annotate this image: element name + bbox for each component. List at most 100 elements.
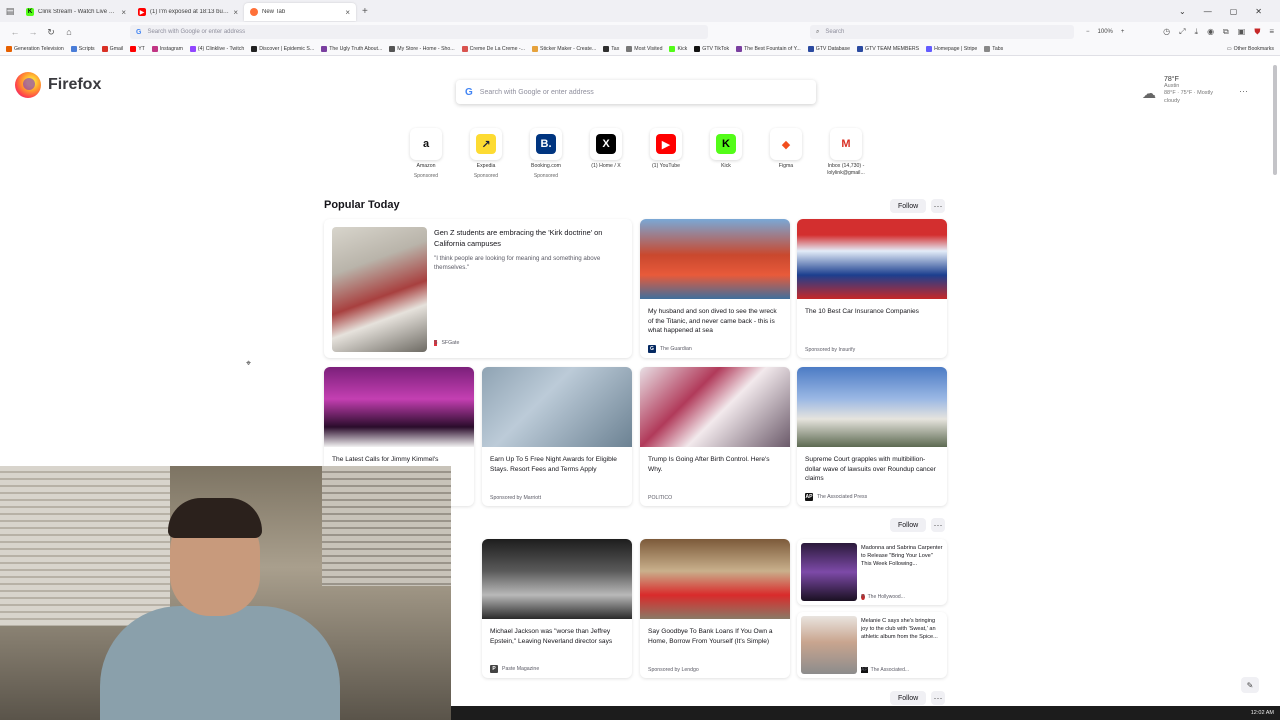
bookmark-item[interactable]: Instagram [151, 45, 183, 52]
close-tab-icon[interactable]: × [121, 8, 126, 17]
follow-button[interactable]: Follow [890, 199, 927, 213]
search-icon: ⌕ [816, 28, 820, 35]
zoom-in-icon[interactable]: + [1121, 29, 1125, 35]
story-card[interactable]: Trump Is Going After Birth Control. Here… [640, 367, 790, 506]
bookmark-item[interactable]: Homepage | Stripe [926, 45, 977, 52]
shortcut-tile[interactable]: K Kick [696, 128, 756, 179]
shortcut-tile[interactable]: X (1) Home / X [576, 128, 636, 179]
bookmark-item[interactable]: Sticker Maker - Create... [532, 45, 596, 52]
history-icon[interactable]: ◷ [1163, 27, 1170, 37]
bookmark-item[interactable]: Discover | Epidemic S... [251, 45, 314, 52]
other-bookmarks-folder[interactable]: ▭ Other Bookmarks [1227, 46, 1280, 52]
bookmark-favicon-icon [857, 45, 864, 52]
bookmark-item[interactable]: GTV Database [807, 45, 851, 52]
bookmark-item[interactable]: Tabs [984, 45, 1003, 52]
address-bar[interactable]: G Search with Google or enter address [130, 25, 708, 39]
compact-story-card[interactable]: Melanie C says she's bringing joy to the… [797, 612, 947, 678]
window-blinds [0, 466, 170, 626]
shield-extension-icon[interactable]: ⛊ [1254, 27, 1260, 37]
tab-2[interactable]: New Tab × [244, 3, 356, 21]
bookmark-item[interactable]: Generation Television [6, 45, 64, 52]
section-menu-icon[interactable]: ··· [931, 691, 945, 705]
story-card[interactable]: Earn Up To 5 Free Night Awards for Eligi… [482, 367, 632, 506]
extensions-icon[interactable]: ⧉ [1223, 27, 1229, 37]
bookmark-item[interactable]: Gmail [101, 45, 123, 52]
window-blinds [322, 466, 451, 586]
follow-button[interactable]: Follow [890, 691, 927, 705]
menu-icon[interactable]: ≡ [1269, 27, 1274, 37]
bookmark-favicon-icon [694, 45, 701, 52]
close-tab-icon[interactable]: × [233, 8, 238, 17]
bookmark-item[interactable]: Scripts [70, 45, 95, 52]
shortcut-tile[interactable]: M Inbox (14,730) - lolylink@gmail... [816, 128, 876, 179]
weather-menu-icon[interactable]: ··· [1239, 86, 1248, 96]
bookmark-star-icon[interactable]: ▣ [1238, 27, 1246, 37]
section-menu-icon[interactable]: ··· [931, 518, 945, 532]
story-title: Michael Jackson was "worse than Jeffrey … [490, 628, 613, 645]
firefox-logo-icon [15, 72, 41, 98]
source-logo-icon: S [434, 340, 438, 346]
weather-widget[interactable]: ☁ 78°F Austin 88°F · 75°F · Mostly cloud… [1142, 76, 1230, 105]
bookmark-item[interactable]: The Ugly Truth About... [321, 45, 382, 52]
shortcut-tile[interactable]: a Amazon Sponsored [396, 128, 456, 179]
story-card[interactable]: Michael Jackson was "worse than Jeffrey … [482, 539, 632, 678]
zoom-level[interactable]: 100% [1098, 29, 1113, 35]
story-source-label: The Hollywood... [867, 594, 905, 600]
tab-strip: ▤ K Clink Stream - Watch Live on Ki... ×… [0, 0, 1280, 22]
story-card[interactable]: My husband and son dived to see the wrec… [640, 219, 790, 358]
reload-icon[interactable]: ↻ [42, 27, 60, 38]
bookmark-item[interactable]: Kick [669, 45, 687, 52]
bookmark-favicon-icon [6, 45, 12, 52]
fullscreen-icon[interactable]: ⤢ [1179, 27, 1185, 37]
follow-button[interactable]: Follow [890, 518, 927, 532]
sidebar-toggle-icon[interactable]: ▤ [0, 0, 20, 22]
bookmark-item[interactable]: YT [130, 45, 145, 52]
account-icon[interactable]: ◉ [1207, 27, 1214, 37]
story-card[interactable]: The 10 Best Car Insurance Companies Spon… [797, 219, 947, 358]
close-tab-icon[interactable]: × [345, 8, 350, 17]
bookmark-favicon-icon [251, 45, 258, 52]
tab-1[interactable]: ▶ (1) I'm exposed at 18:13 but app... × [132, 3, 244, 21]
tab-0[interactable]: K Clink Stream - Watch Live on Ki... × [20, 3, 132, 21]
downloads-icon[interactable]: ⤓ [1195, 27, 1199, 37]
navigation-toolbar: ← → ↻ ⌂ G Search with Google or enter ad… [0, 22, 1280, 42]
close-window-icon[interactable]: ✕ [1255, 7, 1262, 16]
scrollbar-thumb[interactable] [1273, 65, 1277, 175]
bookmark-item[interactable]: (4) Clinklive - Twitch [189, 45, 244, 52]
new-tab-plus-icon[interactable]: + [362, 6, 368, 17]
section-menu-icon[interactable]: ··· [931, 199, 945, 213]
search-bar[interactable]: ⌕ Search [810, 25, 1074, 39]
feature-story-card[interactable]: Gen Z students are embracing the 'Kirk d… [324, 219, 632, 358]
story-title: The 10 Best Car Insurance Companies [805, 308, 919, 315]
story-card[interactable]: Supreme Court grapples with multibillion… [797, 367, 947, 506]
page-scrollbar[interactable] [1272, 57, 1278, 707]
home-icon[interactable]: ⌂ [60, 27, 78, 37]
shortcut-tile[interactable]: ▶ (1) YouTube [636, 128, 696, 179]
bookmark-item[interactable]: Creme De La Creme -... [461, 45, 525, 52]
minimize-icon[interactable]: — [1204, 7, 1212, 16]
person-body [100, 606, 340, 720]
bookmark-item[interactable]: GTV TikTok [694, 45, 729, 52]
bookmark-item[interactable]: The Best Fountain of Y... [736, 45, 801, 52]
forward-icon[interactable]: → [24, 27, 42, 37]
bookmark-item[interactable]: Tax [603, 45, 619, 52]
story-source: H The Hollywood... [861, 594, 905, 600]
story-card[interactable]: Say Goodbye To Bank Loans If You Own a H… [640, 539, 790, 678]
back-icon[interactable]: ← [6, 27, 24, 37]
shortcut-tile[interactable]: ↗ Expedia Sponsored [456, 128, 516, 179]
bookmark-item[interactable]: My Store - Home - Sho... [389, 45, 455, 52]
folder-icon: ▭ [1226, 45, 1232, 52]
shortcut-tile[interactable]: ◆ Figma [756, 128, 816, 179]
bookmark-label: GTV Database [815, 45, 851, 52]
list-all-tabs-icon[interactable]: ⌄ [1179, 7, 1186, 16]
customize-pencil-icon[interactable]: ✎ [1241, 677, 1259, 693]
zoom-out-icon[interactable]: − [1086, 29, 1090, 35]
newtab-search-input[interactable]: G Search with Google or enter address [456, 80, 816, 104]
bookmark-item[interactable]: GTV TEAM MEMBERS [857, 45, 919, 52]
compact-story-card[interactable]: Madonna and Sabrina Carpenter to Release… [797, 539, 947, 605]
bookmark-item[interactable]: Most Visited [626, 45, 662, 52]
section-title: Popular Today [324, 199, 400, 211]
maximize-icon[interactable]: ▢ [1230, 7, 1238, 16]
story-source-label: Sponsored by Insurify [805, 347, 856, 353]
shortcut-tile[interactable]: B. Booking.com Sponsored [516, 128, 576, 179]
